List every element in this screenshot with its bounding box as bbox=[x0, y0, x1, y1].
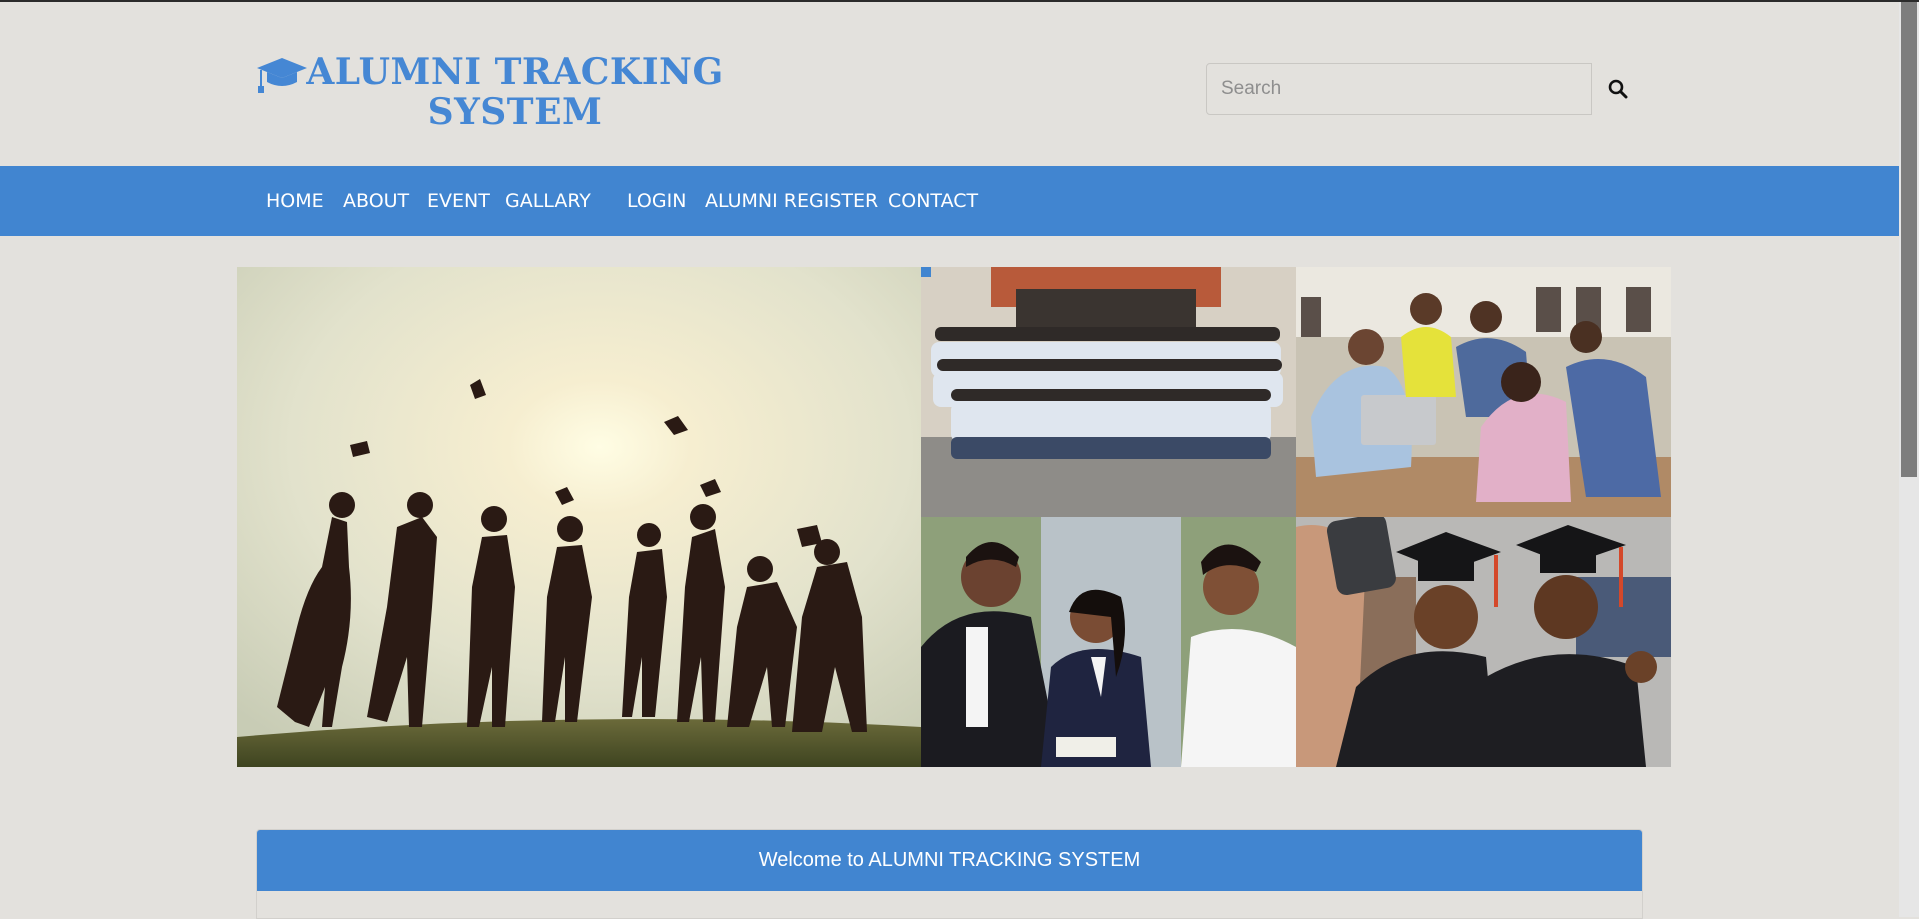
gallery-image-students-laptop[interactable] bbox=[1296, 267, 1671, 517]
graduation-cap-icon bbox=[257, 58, 307, 93]
logo-title: ALUMNI TRACKING SYSTEM bbox=[305, 52, 725, 132]
site-header: ALUMNI TRACKING SYSTEM bbox=[0, 2, 1899, 166]
main-navigation: HOME ABOUT EVENT GALLARY LOGIN ALUMNI RE… bbox=[0, 166, 1899, 236]
welcome-panel: Welcome to ALUMNI TRACKING SYSTEM bbox=[256, 829, 1643, 919]
gallery-image-class-group[interactable] bbox=[921, 267, 1296, 517]
page-scrollbar[interactable] bbox=[1899, 2, 1919, 917]
scrollbar-thumb[interactable] bbox=[1901, 2, 1917, 477]
nav-login[interactable]: LOGIN bbox=[627, 166, 686, 236]
search-input[interactable] bbox=[1206, 63, 1592, 115]
search-button[interactable] bbox=[1592, 63, 1644, 115]
welcome-title: Welcome to ALUMNI TRACKING SYSTEM bbox=[257, 830, 1642, 891]
logo-line-1: ALUMNI TRACKING bbox=[306, 51, 724, 93]
nav-alumni-register[interactable]: ALUMNI REGISTER bbox=[705, 166, 878, 236]
photo-gallery bbox=[237, 267, 1671, 767]
nav-home[interactable]: HOME bbox=[266, 166, 324, 236]
nav-event[interactable]: EVENT bbox=[427, 166, 490, 236]
search-icon bbox=[1608, 79, 1628, 99]
nav-contact[interactable]: CONTACT bbox=[888, 166, 978, 236]
gallery-image-professionals[interactable] bbox=[921, 517, 1296, 767]
nav-about[interactable]: ABOUT bbox=[343, 166, 409, 236]
nav-gallary[interactable]: GALLARY bbox=[505, 166, 591, 236]
gallery-image-graduates-selfie[interactable] bbox=[1296, 517, 1671, 767]
gallery-image-graduates-sunset[interactable] bbox=[237, 267, 921, 767]
logo-line-2: SYSTEM bbox=[427, 91, 603, 133]
